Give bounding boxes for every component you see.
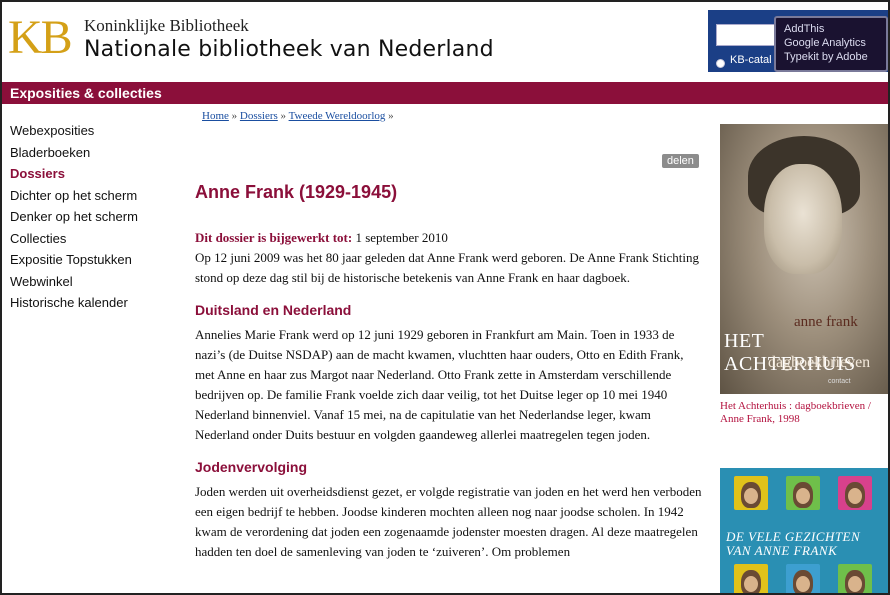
book-publisher: contact (828, 378, 851, 385)
updated-value: 1 september 2010 (355, 230, 448, 245)
breadcrumb-separator: » (280, 110, 287, 122)
share-button[interactable]: delen (662, 154, 699, 168)
section-heading: Jodenvervolging (195, 459, 308, 475)
section-bar: Exposities & collecties (2, 82, 888, 104)
sidebar-item-denker[interactable]: Denker op het scherm (10, 206, 180, 228)
org-tagline: Nationale bibliotheek van Nederland (84, 37, 494, 62)
sidebar-item-kalender[interactable]: Historische kalender (10, 292, 180, 314)
book-cover-het-achterhuis[interactable]: anne frank HET ACHTERHUIS dagboekbrieven… (720, 124, 888, 394)
site-header: KB Koninklijke Bibliotheek Nationale bib… (2, 2, 888, 80)
sidebar-item-webexposities[interactable]: Webexposities (10, 120, 180, 142)
intro-paragraph: Op 12 juni 2009 was het 80 jaar geleden … (195, 250, 699, 285)
portrait-tile (838, 564, 872, 593)
book-subtitle: dagboekbrieven (768, 354, 871, 371)
book-author: anne frank (794, 314, 858, 330)
search-scope-label: KB-catal (730, 54, 772, 66)
sidebar-nav: Webexposities Bladerboeken Dossiers Dich… (10, 120, 180, 314)
search-scope-radio[interactable] (716, 59, 725, 68)
portrait-face (764, 164, 842, 274)
privacy-services-popup: AddThis Google Analytics Typekit by Adob… (774, 16, 888, 72)
sidebar-item-dichter[interactable]: Dichter op het scherm (10, 185, 180, 207)
updated-label: Dit dossier is bijgewerkt tot: (195, 230, 353, 245)
book2-title: DE VELE GEZICHTEN VAN ANNE FRANK (726, 530, 886, 558)
portrait-tile (838, 476, 872, 510)
portrait-tile (734, 564, 768, 593)
section-paragraph: Annelies Marie Frank werd op 12 juni 192… (195, 327, 684, 442)
book-caption-link[interactable]: Het Achterhuis : dagboekbrieven / Anne F… (720, 400, 888, 426)
update-line: Dit dossier is bijgewerkt tot: 1 septemb… (195, 228, 705, 248)
section-bar-title[interactable]: Exposities & collecties (10, 85, 162, 101)
page-title: Anne Frank (1929-1945) (195, 182, 398, 202)
section-heading: Duitsland en Nederland (195, 302, 352, 318)
sidebar-item-dossiers[interactable]: Dossiers (10, 163, 180, 185)
section-paragraph: Joden werden uit overheidsdienst gezet, … (195, 484, 702, 559)
breadcrumb-dossiers[interactable]: Dossiers (240, 110, 278, 122)
book2-title-line1: DE VELE GEZICHTEN (726, 529, 861, 544)
popup-item-typekit[interactable]: Typekit by Adobe (784, 50, 878, 64)
book2-title-line2: VAN ANNE FRANK (726, 543, 838, 558)
breadcrumb-home[interactable]: Home (202, 110, 229, 122)
popup-item-addthis[interactable]: AddThis (784, 22, 878, 36)
sidebar-item-bladerboeken[interactable]: Bladerboeken (10, 142, 180, 164)
article-body: Dit dossier is bijgewerkt tot: 1 septemb… (195, 228, 705, 562)
book-cover-vele-gezichten[interactable]: DE VELE GEZICHTEN VAN ANNE FRANK (720, 468, 888, 593)
breadcrumb: Home » Dossiers » Tweede Wereldoorlog » (202, 110, 394, 122)
breadcrumb-separator: » (231, 110, 238, 122)
org-name: Koninklijke Bibliotheek (84, 16, 249, 35)
kb-logo[interactable]: KB (8, 11, 73, 64)
sidebar-item-topstukken[interactable]: Expositie Topstukken (10, 249, 180, 271)
portrait-tile (786, 564, 820, 593)
portrait-tile (786, 476, 820, 510)
sidebar-item-collecties[interactable]: Collecties (10, 228, 180, 250)
breadcrumb-separator: » (388, 110, 394, 122)
logo-text: KB (8, 11, 73, 64)
breadcrumb-tweede-wereldoorlog[interactable]: Tweede Wereldoorlog (289, 110, 386, 122)
popup-item-google-analytics[interactable]: Google Analytics (784, 36, 878, 50)
sidebar-item-webwinkel[interactable]: Webwinkel (10, 271, 180, 293)
page-frame: KB Koninklijke Bibliotheek Nationale bib… (0, 0, 890, 595)
portrait-tile (734, 476, 768, 510)
